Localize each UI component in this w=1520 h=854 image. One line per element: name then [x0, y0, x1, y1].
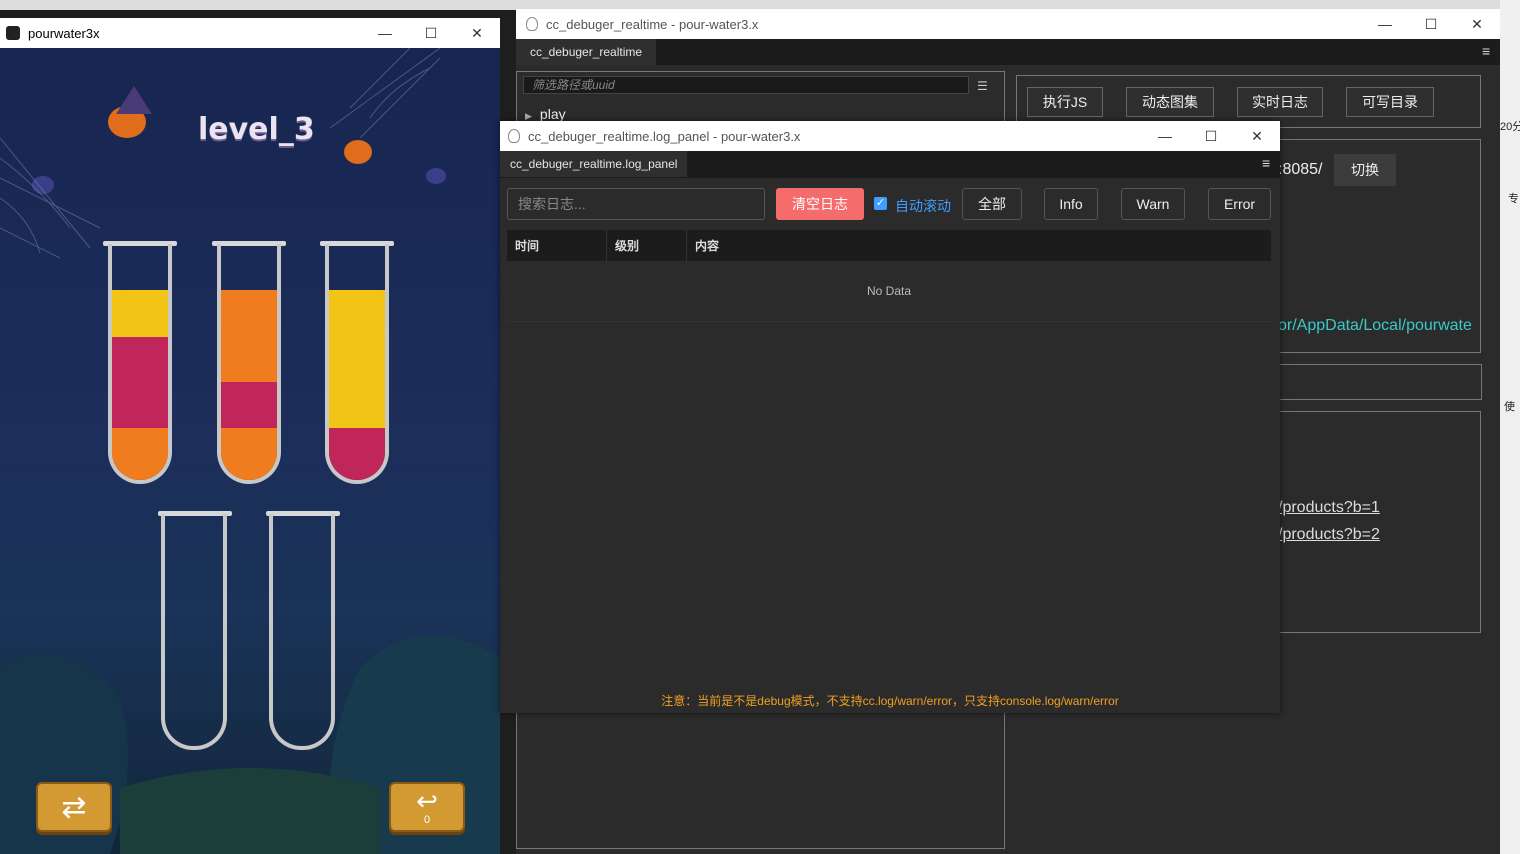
minimize-icon[interactable]: —: [1142, 128, 1188, 144]
products-link-2[interactable]: /products?b=2: [1278, 526, 1380, 544]
port-text: :8085/: [1278, 161, 1323, 178]
log-search-input[interactable]: 搜索日志...: [507, 188, 765, 220]
level-title: level_3: [198, 112, 315, 147]
undo-count: 0: [423, 814, 431, 826]
tree-filter-input[interactable]: 筛选路径或uuid: [523, 76, 969, 94]
realtime-log-button[interactable]: 实时日志: [1237, 87, 1323, 117]
filter-warn-button[interactable]: Warn: [1121, 188, 1185, 220]
writable-path-text: or/AppData/Local/pourwate: [1278, 317, 1472, 334]
dynamic-atlas-button[interactable]: 动态图集: [1126, 87, 1214, 117]
debugger-window-title: cc_debuger_realtime - pour-water3.x: [546, 16, 759, 32]
minimize-icon[interactable]: —: [362, 25, 408, 41]
auto-scroll-label[interactable]: 自动滚动: [895, 196, 951, 216]
liquid-magenta: [221, 382, 277, 428]
exec-js-button[interactable]: 执行JS: [1027, 87, 1103, 117]
app-icon: [508, 129, 520, 143]
switch-button[interactable]: 切换: [1334, 154, 1396, 186]
debug-mode-note: 注意：当前是不是debug模式，不支持cc.log/warn/error，只支持…: [661, 694, 1119, 708]
app-icon: [6, 26, 20, 40]
clear-log-button[interactable]: 清空日志: [776, 188, 864, 220]
game-canvas[interactable]: level_3 ⇄ ↩ 0: [0, 48, 500, 854]
column-level[interactable]: 级别: [607, 230, 687, 261]
liquid-orange: [112, 428, 168, 480]
liquid-orange: [221, 290, 277, 382]
products-link-1[interactable]: /products?b=1: [1278, 499, 1380, 517]
tube-2[interactable]: [217, 244, 281, 484]
close-icon[interactable]: ✕: [454, 25, 500, 42]
tube-5[interactable]: [269, 514, 335, 750]
log-table-header: 时间 级别 内容: [507, 230, 1271, 261]
desktop-edge-text: 20分: [1500, 121, 1520, 133]
pumpkin-icon: [344, 140, 372, 164]
restart-icon: ⇄: [61, 790, 87, 824]
undo-icon: ↩: [416, 786, 438, 816]
game-window: pourwater3x — ☐ ✕ level_3 ⇄ ↩ 0: [0, 18, 500, 854]
filter-list-icon[interactable]: ☰: [977, 79, 988, 93]
close-icon[interactable]: ✕: [1454, 16, 1500, 33]
maximize-icon[interactable]: ☐: [1188, 128, 1234, 145]
game-window-title: pourwater3x: [28, 25, 100, 41]
minimize-icon[interactable]: —: [1362, 16, 1408, 32]
maximize-icon[interactable]: ☐: [408, 25, 454, 42]
tree-node-play[interactable]: ▶ play: [525, 106, 566, 122]
debugger-title-bar[interactable]: cc_debuger_realtime - pour-water3.x — ☐ …: [516, 9, 1500, 39]
app-icon: [526, 17, 538, 31]
liquid-orange: [221, 428, 277, 480]
liquid-magenta: [112, 337, 168, 428]
log-title-bar[interactable]: cc_debuger_realtime.log_panel - pour-wat…: [500, 121, 1280, 151]
tab-debugger[interactable]: cc_debuger_realtime: [516, 39, 657, 65]
empty-space: [221, 244, 277, 290]
filter-all-button[interactable]: 全部: [962, 188, 1022, 220]
empty-space: [112, 244, 168, 290]
tube-4[interactable]: [161, 514, 227, 750]
desktop-right-edge: 20分 专 使: [1500, 0, 1520, 854]
auto-scroll-checkbox[interactable]: ✓: [874, 197, 887, 210]
spider-icon: [426, 168, 446, 184]
spider-web-icon: [330, 48, 440, 138]
triangle-right-icon: ▶: [525, 111, 532, 121]
restart-button[interactable]: ⇄: [36, 782, 112, 832]
tube-1[interactable]: [108, 244, 172, 484]
filter-info-button[interactable]: Info: [1044, 188, 1098, 220]
filter-error-button[interactable]: Error: [1208, 188, 1271, 220]
log-table-empty: No Data: [507, 261, 1271, 322]
liquid-magenta: [329, 428, 385, 480]
log-panel-window: cc_debuger_realtime.log_panel - pour-wat…: [500, 121, 1280, 713]
tree-node-label: play: [539, 106, 566, 122]
debugger-tab-bar: cc_debuger_realtime ≡: [516, 39, 1500, 65]
menu-icon[interactable]: ≡: [1482, 44, 1494, 58]
writable-dir-button[interactable]: 可写目录: [1346, 87, 1434, 117]
desktop-edge-text: 使: [1504, 401, 1515, 413]
desktop-edge-text: 专: [1508, 193, 1519, 205]
column-content[interactable]: 内容: [687, 230, 1271, 261]
close-icon[interactable]: ✕: [1234, 128, 1280, 145]
witch-hat-icon: [116, 86, 152, 114]
column-time[interactable]: 时间: [507, 230, 607, 261]
tab-log-panel[interactable]: cc_debuger_realtime.log_panel: [500, 151, 688, 177]
menu-icon[interactable]: ≡: [1262, 156, 1274, 170]
maximize-icon[interactable]: ☐: [1408, 16, 1454, 33]
liquid-yellow: [329, 290, 385, 428]
tube-3[interactable]: [325, 244, 389, 484]
empty-space: [329, 244, 385, 290]
game-title-bar[interactable]: pourwater3x — ☐ ✕: [0, 18, 500, 48]
undo-button[interactable]: ↩ 0: [389, 782, 465, 832]
liquid-yellow: [112, 290, 168, 337]
log-tab-bar: cc_debuger_realtime.log_panel ≡: [500, 151, 1280, 178]
spider-web-icon: [0, 138, 101, 259]
log-window-title: cc_debuger_realtime.log_panel - pour-wat…: [528, 128, 801, 144]
